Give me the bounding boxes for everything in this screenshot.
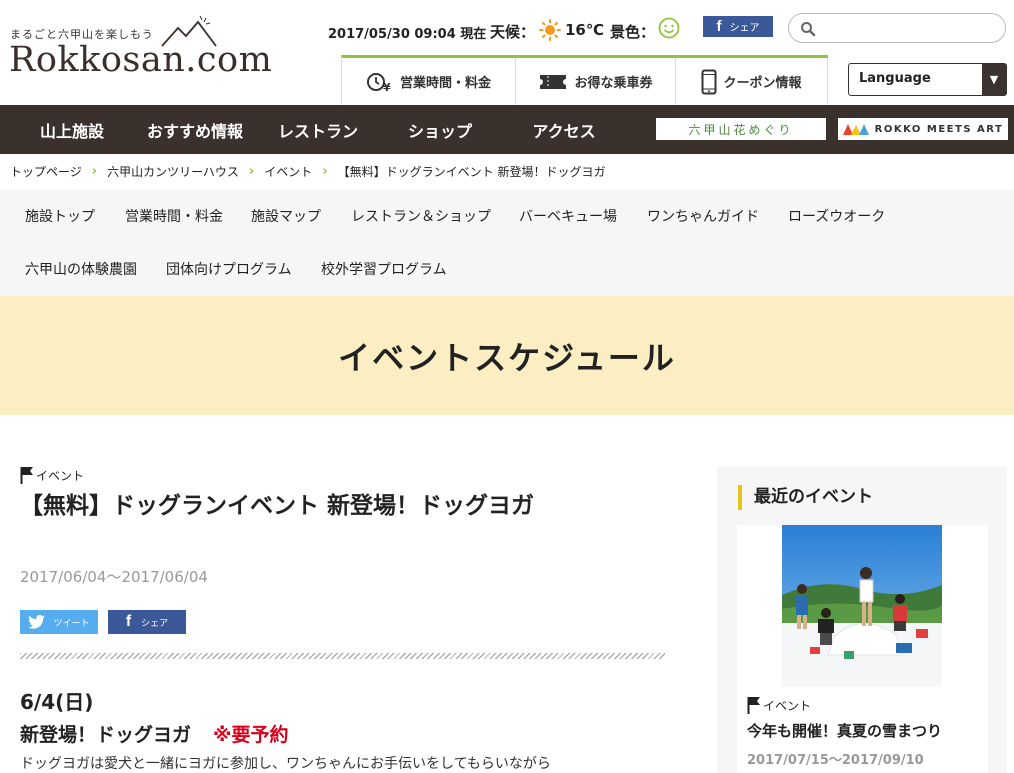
reservation-required: ※要予約: [213, 724, 289, 746]
quick-link-label: 営業時間・料金: [399, 76, 491, 91]
subnav-school-program[interactable]: 校外学習プログラム: [321, 259, 447, 279]
facebook-share-button[interactable]: f シェア: [703, 16, 773, 37]
ticket-icon: [540, 74, 567, 89]
chevron-right-icon: ›: [322, 164, 328, 179]
share-label: シェア: [141, 618, 169, 629]
flag-icon: [747, 697, 760, 714]
subnav-bbq[interactable]: バーベキュー場: [519, 206, 617, 226]
meets-art-label: ROKKO MEETS ART: [874, 123, 1004, 135]
subnav-group-program[interactable]: 団体向けプログラム: [166, 259, 292, 279]
nav-item-mountain-facilities[interactable]: 山上施設: [18, 105, 126, 154]
weather-label: 天候：: [490, 23, 536, 41]
recent-event-category-label: イベント: [763, 698, 812, 713]
sunny-icon: [539, 19, 561, 41]
quick-link-coupons[interactable]: クーポン情報: [676, 58, 828, 105]
flower-tour-banner[interactable]: 六甲山花めぐり: [656, 118, 826, 140]
facebook-icon: f: [125, 613, 132, 630]
event-subtitle: 新登場！ドッグヨガ ※要予約: [20, 720, 289, 747]
chevron-down-icon: ▼: [982, 64, 1006, 95]
language-select[interactable]: Language ▼: [848, 63, 1007, 96]
subnav-facility-map[interactable]: 施設マップ: [251, 206, 321, 226]
meets-art-logo-icon: [842, 124, 869, 135]
quick-link-label: クーポン情報: [723, 76, 802, 91]
breadcrumb-current: 【無料】ドッグランイベント 新登場！ドッグヨガ: [337, 165, 606, 179]
breadcrumb-country-house[interactable]: 六甲山カンツリーハウス: [107, 163, 239, 180]
event-subtitle-text: 新登場！ドッグヨガ: [20, 724, 192, 746]
view-label: 景色：: [610, 23, 656, 41]
subnav-rose-walk[interactable]: ローズウオーク: [788, 206, 885, 226]
quick-links: ¥ 営業時間・料金 お得な乗車券 クーポン情報: [341, 55, 828, 108]
current-datetime: 2017/05/30 09:04 現在: [328, 27, 487, 42]
breadcrumb: トップページ › 六甲山カンツリーハウス › イベント › 【無料】ドッグランイ…: [10, 163, 605, 180]
subnav-facility-top[interactable]: 施設トップ: [25, 206, 95, 226]
search-icon[interactable]: [800, 21, 816, 37]
page-title-band: イベントスケジュール: [0, 296, 1014, 415]
clock-yen-icon: ¥: [366, 72, 391, 94]
smiley-face-icon: [658, 17, 680, 39]
nav-item-shops[interactable]: ショップ: [386, 105, 494, 154]
article-category-label: イベント: [36, 468, 85, 483]
nav-item-restaurants[interactable]: レストラン: [264, 105, 372, 154]
article-dates: 2017/06/04〜2017/06/04: [20, 568, 208, 586]
quick-link-hours-fees[interactable]: ¥ 営業時間・料金: [342, 58, 516, 105]
subnav-restaurant-shop[interactable]: レストラン＆ショップ: [351, 206, 491, 226]
facebook-share-button[interactable]: f シェア: [108, 610, 186, 634]
recent-event-dates: 2017/07/15〜2017/09/10: [747, 753, 924, 768]
quick-link-discount-tickets[interactable]: お得な乗車券: [516, 58, 676, 105]
language-label: Language: [859, 71, 931, 86]
twitter-bird-icon: [28, 615, 46, 629]
page-title: イベントスケジュール: [338, 338, 676, 377]
subnav-dog-guide[interactable]: ワンちゃんガイド: [647, 206, 759, 226]
quick-link-label: お得な乗車券: [574, 76, 653, 91]
article-category: イベント: [20, 466, 84, 484]
subnav-farm[interactable]: 六甲山の体験農園: [25, 259, 137, 279]
facility-subnav: 施設トップ 営業時間・料金 施設マップ レストラン＆ショップ バーベキュー場 ワ…: [0, 190, 1014, 296]
breadcrumb-events[interactable]: イベント: [264, 163, 312, 180]
flag-icon: [20, 467, 33, 484]
facebook-share-label: シェア: [729, 23, 760, 34]
recent-event-title[interactable]: 今年も開催！真夏の雪まつり: [747, 720, 942, 741]
nav-item-access[interactable]: アクセス: [510, 105, 618, 154]
article-body: ドッグヨガは愛犬と一緒にヨガに参加し、ワンちゃんにお手伝いをしてもらいながら: [20, 756, 551, 772]
temperature: 16℃: [565, 21, 605, 39]
divider: [20, 653, 665, 659]
tweet-button[interactable]: ツイート: [20, 610, 98, 634]
site-header: まるごと六甲山を楽しもう Rokkosan.com 2017/05/30 09:…: [0, 0, 1014, 108]
smartphone-icon: [701, 69, 717, 94]
recent-event-category: イベント: [747, 696, 811, 714]
rokko-meets-art-banner[interactable]: ROKKO MEETS ART: [838, 118, 1008, 140]
tweet-label: ツイート: [53, 618, 90, 629]
breadcrumb-top[interactable]: トップページ: [10, 163, 82, 180]
article-title: 【無料】ドッグランイベント 新登場！ドッグヨガ: [20, 493, 535, 519]
flower-banner-label: 六甲山花めぐり: [688, 122, 794, 137]
event-day: 6/4(日): [20, 690, 94, 714]
chevron-right-icon: ›: [91, 164, 98, 179]
site-logo[interactable]: Rokkosan.com: [9, 40, 272, 80]
nav-item-recommendations[interactable]: おすすめ情報: [137, 105, 253, 154]
sidebar-heading: 最近のイベント: [738, 485, 873, 510]
facebook-icon: f: [716, 18, 722, 35]
svg-text:¥: ¥: [383, 81, 391, 94]
chevron-right-icon: ›: [248, 164, 255, 179]
search-box: [788, 13, 1006, 43]
recent-event-photo[interactable]: [782, 525, 942, 687]
subnav-hours-fees[interactable]: 営業時間・料金: [125, 206, 223, 226]
search-input[interactable]: [821, 18, 1000, 40]
